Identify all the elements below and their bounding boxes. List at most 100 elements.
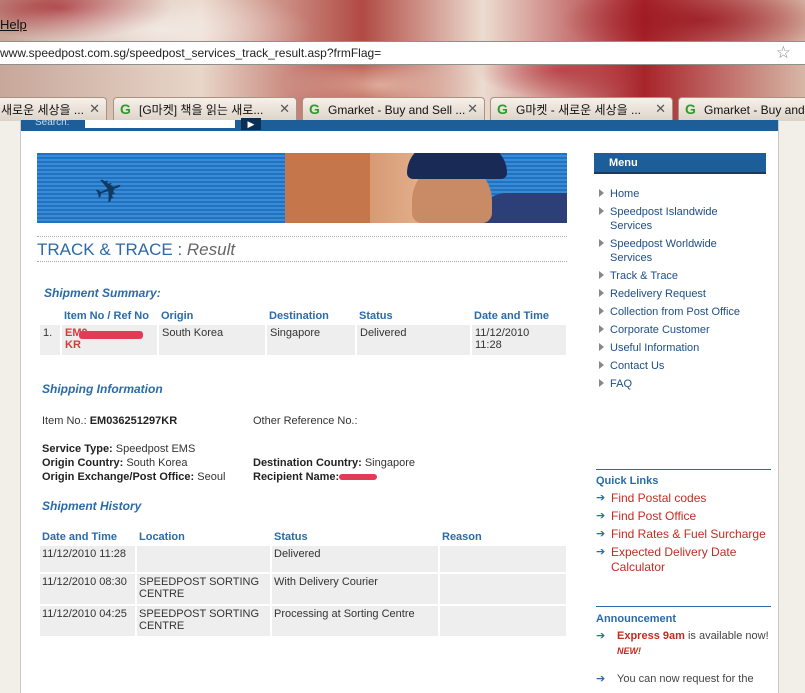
gmarket-g-icon: G [120, 101, 131, 117]
shipment-summary-table: Item No / Ref No Origin Destination Stat… [38, 307, 568, 357]
tab-label: [G마켓] 책을 읽는 새로... [139, 103, 264, 117]
column-header: Date and Time [474, 310, 549, 322]
header-banner: ✈ [37, 153, 567, 223]
origin-country-field: Origin Country: South Korea [42, 457, 188, 469]
close-icon[interactable]: ✕ [655, 101, 666, 117]
triangle-right-icon [599, 325, 604, 333]
close-icon[interactable]: ✕ [467, 101, 478, 117]
triangle-right-icon [599, 207, 604, 215]
item-number-cell: EM0KR [62, 325, 157, 355]
tab-5[interactable]: G Gmarket - Buy and ... [678, 97, 805, 121]
tab-3[interactable]: G Gmarket - Buy and Sell ... ✕ [302, 97, 485, 121]
divider [596, 606, 771, 607]
triangle-right-icon [599, 271, 604, 279]
table-header: Date and Time Location Status Reason [40, 530, 566, 544]
search-go-button[interactable]: ▶ [241, 118, 261, 130]
gmarket-g-icon: G [497, 101, 508, 117]
tab-label: 새로운 세상을 ... [1, 103, 84, 117]
menu-header: Menu [594, 153, 766, 174]
arrow-right-icon: ➔ [596, 673, 606, 685]
destination-country-field: Destination Country: Singapore [253, 457, 415, 469]
column-header: Destination [269, 310, 329, 322]
quick-link-post-office[interactable]: ➔ Find Post Office [596, 509, 776, 524]
tab-label: G마켓 - 새로운 세상을 ... [516, 103, 641, 117]
address-bar[interactable]: www.speedpost.com.sg/speedpost_services_… [0, 41, 805, 65]
column-header: Status [274, 531, 308, 543]
triangle-right-icon [599, 343, 604, 351]
menu-item-islandwide[interactable]: Speedpost Islandwide Services [599, 205, 760, 233]
quick-link-rates[interactable]: ➔ Find Rates & Fuel Surcharge [596, 527, 776, 542]
announcement-heading: Announcement [596, 613, 677, 625]
triangle-right-icon [599, 189, 604, 197]
star-icon[interactable]: ☆ [776, 43, 791, 63]
origin-exchange-field: Origin Exchange/Post Office: Seoul [42, 471, 226, 483]
tab-2[interactable]: G [G마켓] 책을 읽는 새로... ✕ [113, 97, 297, 121]
menu-item-useful-info[interactable]: Useful Information [599, 341, 760, 355]
column-header: Origin [161, 310, 194, 322]
menu-item-collection[interactable]: Collection from Post Office [599, 305, 760, 319]
triangle-right-icon [599, 379, 604, 387]
service-type-field: Service Type: Speedpost EMS [42, 443, 196, 455]
menu-item-corporate[interactable]: Corporate Customer [599, 323, 760, 337]
triangle-right-icon [599, 289, 604, 297]
divider [37, 261, 567, 262]
quick-link-delivery-calculator[interactable]: ➔ Expected Delivery Date Calculator [596, 545, 776, 575]
quick-link-postal-codes[interactable]: ➔ Find Postal codes [596, 491, 776, 506]
gmarket-g-icon: G [309, 101, 320, 117]
shipment-summary-heading: Shipment Summary: [44, 286, 161, 300]
menu-help[interactable]: Help [0, 17, 27, 32]
arrow-right-icon: ➔ [596, 510, 606, 522]
divider [596, 469, 771, 470]
table-header: Item No / Ref No Origin Destination Stat… [40, 309, 566, 323]
tab-4[interactable]: G G마켓 - 새로운 세상을 ... ✕ [490, 97, 673, 121]
status-cell: Delivered [357, 325, 470, 355]
address-url[interactable]: www.speedpost.com.sg/speedpost_services_… [0, 46, 381, 60]
browser-chrome: Help www.speedpost.com.sg/speedpost_serv… [0, 0, 805, 121]
recipient-redacted [339, 474, 378, 481]
triangle-right-icon [599, 239, 604, 247]
new-badge: NEW! [617, 646, 641, 656]
announcement-item[interactable]: ➔ You can now request for the [596, 672, 777, 687]
arrow-right-icon: ➔ [596, 630, 606, 642]
menu-item-redelivery[interactable]: Redelivery Request [599, 287, 760, 301]
origin-cell: South Korea [159, 325, 265, 355]
shipping-information-heading: Shipping Information [42, 382, 163, 396]
close-icon[interactable]: ✕ [89, 101, 100, 117]
announcement-item[interactable]: ➔ Express 9am is available now! NEW! [596, 629, 777, 659]
table-row: 11/12/2010 08:30 SPEEDPOST SORTING CENTR… [40, 574, 566, 604]
table-row: 1. EM0KR South Korea Singapore Delivered… [40, 325, 566, 355]
divider [37, 236, 567, 237]
search-strip: Search: ▶ [21, 117, 778, 131]
column-header: Reason [442, 531, 482, 543]
item-number-redacted: EM0KR [65, 327, 153, 351]
menu-item-faq[interactable]: FAQ [599, 377, 760, 391]
shipment-history-table: Date and Time Location Status Reason 11/… [38, 528, 568, 638]
menu-help-label: Help [0, 17, 27, 32]
search-input[interactable] [85, 120, 235, 128]
tab-label: Gmarket - Buy and ... [704, 103, 805, 117]
table-row: 11/12/2010 11:28 Delivered [40, 546, 566, 572]
recipient-name-field: Recipient Name: [253, 471, 378, 483]
tab-strip: 새로운 세상을 ... ✕ G [G마켓] 책을 읽는 새로... ✕ G Gmar… [0, 97, 805, 121]
destination-cell: Singapore [267, 325, 355, 355]
gmarket-g-icon: G [685, 101, 696, 117]
other-reference-field: Other Reference No.: [253, 415, 358, 427]
triangle-right-icon [599, 307, 604, 315]
search-label: Search: [35, 117, 70, 128]
menu-item-worldwide[interactable]: Speedpost Worldwide Services [599, 237, 760, 265]
quick-links-heading: Quick Links [596, 475, 659, 487]
arrow-right-icon: ➔ [596, 546, 606, 558]
airplane-icon: ✈ [89, 168, 130, 214]
menu-item-contact[interactable]: Contact Us [599, 359, 760, 373]
menu-item-track-trace[interactable]: Track & Trace [599, 269, 760, 283]
close-icon[interactable]: ✕ [279, 101, 290, 117]
item-number-field: Item No.: EM036251297KR [42, 415, 178, 427]
menu-item-home[interactable]: Home [599, 187, 760, 201]
arrow-right-icon: ➔ [596, 528, 606, 540]
column-header: Item No / Ref No [64, 310, 149, 322]
page-title: TRACK & TRACE : Result [37, 240, 236, 259]
datetime-cell: 11/12/2010 11:28 [472, 325, 566, 355]
table-row: 11/12/2010 04:25 SPEEDPOST SORTING CENTR… [40, 606, 566, 636]
column-header: Location [139, 531, 185, 543]
column-header: Date and Time [42, 531, 117, 543]
